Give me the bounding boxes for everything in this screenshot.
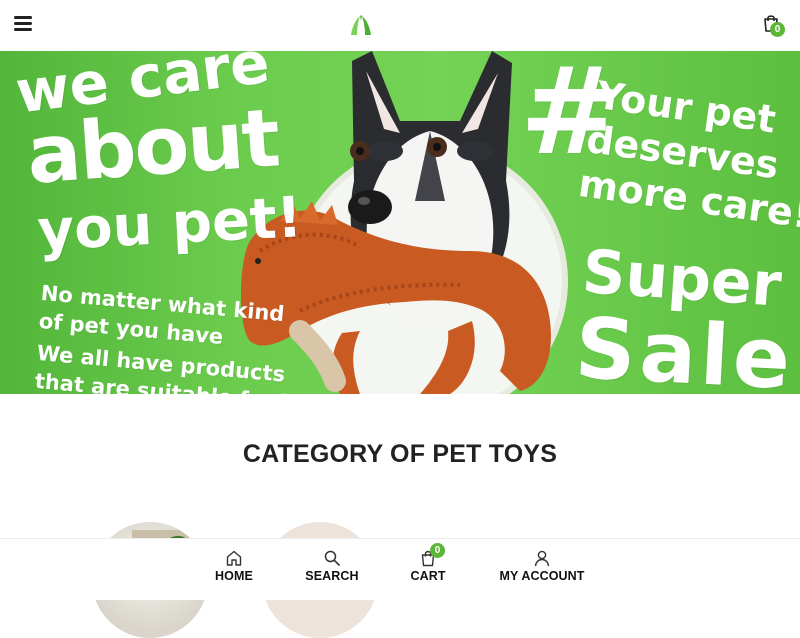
nav-cart-count-badge: 0 bbox=[430, 543, 445, 558]
nav-my-account-label: MY ACCOUNT bbox=[499, 569, 585, 583]
brand-logo-icon[interactable] bbox=[348, 13, 374, 37]
user-icon bbox=[533, 549, 551, 567]
nav-search-label: SEARCH bbox=[305, 569, 359, 583]
section-title: CATEGORY OF PET TOYS bbox=[242, 440, 558, 468]
nav-cart[interactable]: 0 CART bbox=[404, 543, 452, 583]
cart-count-badge: 0 bbox=[770, 22, 785, 37]
banner-text-about: about bbox=[24, 91, 282, 202]
top-header: 0 bbox=[0, 0, 800, 51]
hero-banner[interactable]: we care about you pet! No matter what ki… bbox=[0, 51, 800, 394]
home-icon bbox=[225, 549, 243, 567]
hamburger-menu-icon[interactable] bbox=[14, 16, 34, 34]
search-icon bbox=[323, 549, 341, 567]
bottom-navigation: HOME SEARCH 0 CART MY ACCOUNT bbox=[0, 538, 800, 600]
nav-my-account[interactable]: MY ACCOUNT bbox=[494, 549, 590, 583]
nav-cart-label: CART bbox=[410, 569, 446, 583]
banner-text-you-pet: you pet! bbox=[36, 185, 304, 264]
banner-text-sale: Sale bbox=[572, 299, 797, 394]
header-cart-button[interactable]: 0 bbox=[760, 12, 790, 40]
nav-home[interactable]: HOME bbox=[210, 549, 258, 583]
nav-search[interactable]: SEARCH bbox=[301, 549, 363, 583]
nav-home-label: HOME bbox=[215, 569, 253, 583]
